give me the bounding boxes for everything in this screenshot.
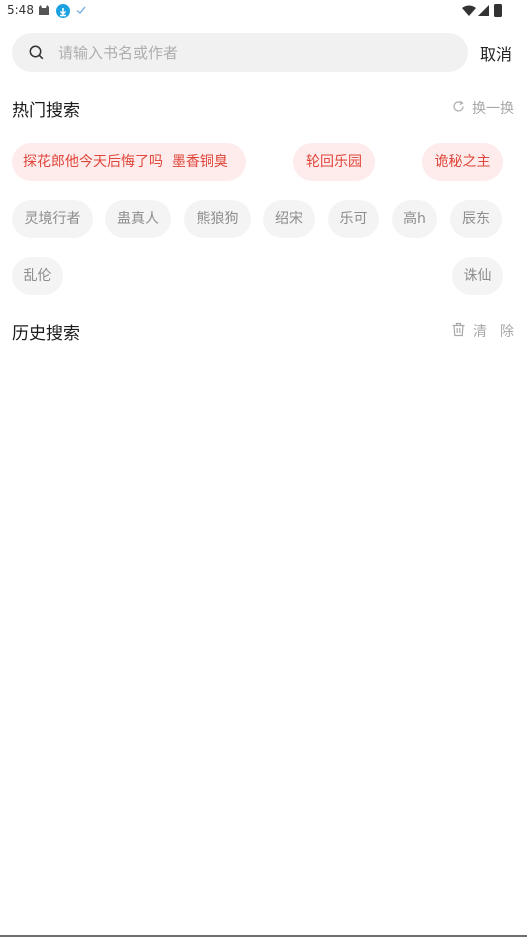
signal-icon: [478, 5, 489, 16]
status-bar: 5:48: [0, 0, 527, 22]
trash-icon: [452, 322, 465, 337]
search-tag[interactable]: 诛仙: [452, 257, 503, 295]
hot-tag-label: 墨香铜臭: [171, 154, 228, 170]
search-tag[interactable]: 乱伦: [12, 257, 63, 295]
search-tag[interactable]: 高h: [392, 200, 437, 238]
status-time: 5:48: [7, 3, 34, 17]
cancel-button[interactable]: 取消: [480, 41, 512, 65]
search-tag[interactable]: 熊狼狗: [184, 200, 251, 238]
history-search-title: 历史搜索: [12, 324, 80, 344]
refresh-label: 换一换: [472, 101, 514, 117]
check-notification-icon: [76, 6, 86, 14]
hot-tag-combined[interactable]: 探花郎他今天后悔了吗 墨香铜臭: [12, 143, 246, 181]
download-notification-icon: [56, 4, 70, 18]
search-tag[interactable]: 辰东: [450, 200, 502, 238]
hot-tag-label: 探花郎他今天后悔了吗: [23, 154, 163, 170]
search-tag[interactable]: 蛊真人: [105, 200, 171, 238]
cat-notification-icon: [39, 5, 49, 15]
refresh-icon: [453, 100, 464, 112]
clear-history-label: 清除: [473, 324, 527, 340]
search-tag[interactable]: 绍宋: [263, 200, 315, 238]
hot-tag[interactable]: 诡秘之主: [422, 143, 503, 181]
search-input[interactable]: [56, 33, 456, 72]
battery-icon: [494, 4, 502, 17]
search-bar[interactable]: [12, 33, 468, 72]
hot-search-title: 热门搜索: [12, 101, 80, 121]
search-tag[interactable]: 乐可: [328, 200, 379, 238]
wifi-icon: [462, 5, 476, 16]
search-icon: [29, 45, 44, 60]
hot-tag[interactable]: 轮回乐园: [293, 143, 375, 181]
search-tag[interactable]: 灵境行者: [12, 200, 93, 238]
